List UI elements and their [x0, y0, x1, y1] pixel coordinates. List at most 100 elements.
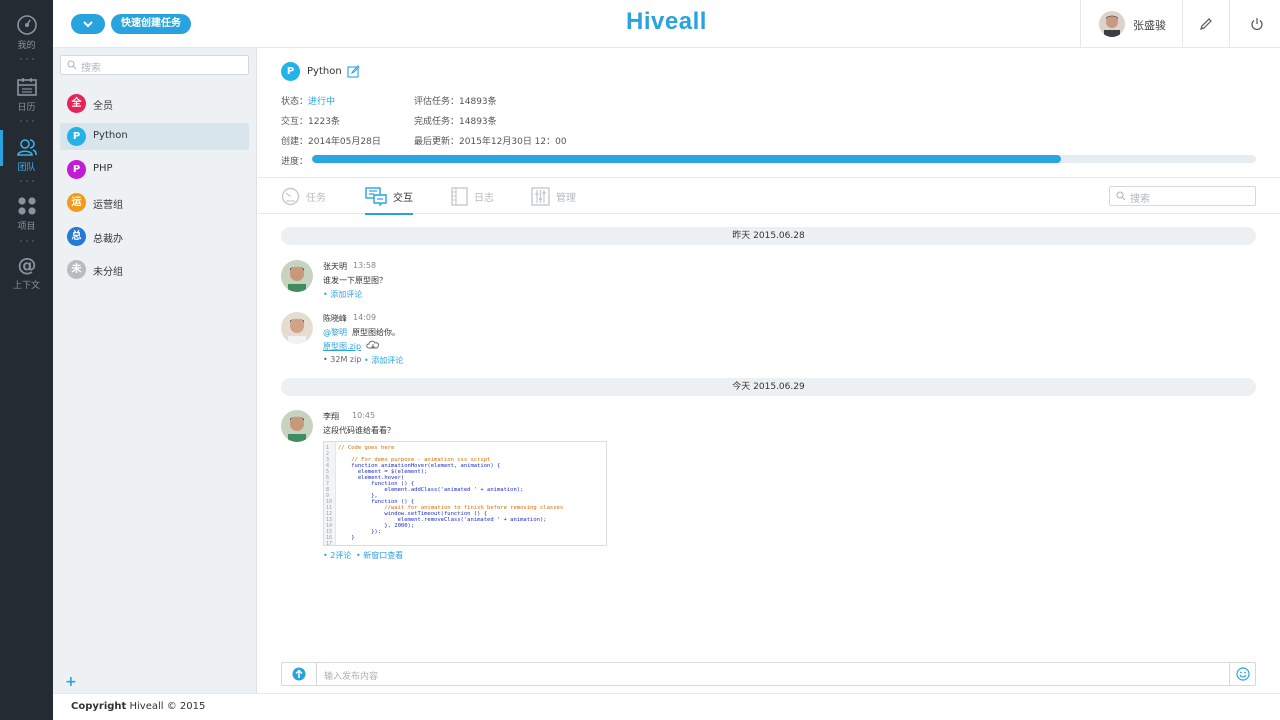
group-label: 全员 — [93, 101, 113, 112]
left-nav-rail: 我的 日历 团队 项目 @ 上下文 — [0, 0, 53, 720]
logout-button[interactable] — [1233, 0, 1280, 48]
upload-button[interactable] — [282, 663, 317, 685]
tab-search-placeholder: 搜索 — [1130, 194, 1150, 205]
group-search-placeholder: 搜索 — [81, 63, 101, 74]
project-name: Python — [307, 66, 342, 77]
code-gutter: 1 2 3 4 5 6 7 8 9 10 11 12 13 14 15 16 17 — [324, 442, 336, 546]
group-item-ceo-office[interactable]: 总 总裁办 — [60, 223, 249, 250]
done-value: 14893条 — [459, 117, 497, 127]
code-line-number: 17 — [326, 541, 333, 546]
tab-label: 任务 — [306, 192, 326, 204]
tab-label: 日志 — [474, 192, 494, 204]
user-name: 张盛骏 — [1133, 19, 1166, 32]
add-comment-link[interactable]: • 添加评论 — [364, 355, 403, 366]
code-line: // Code goes here — [338, 445, 395, 451]
group-avatar: 全 — [67, 94, 86, 113]
group-item-ungrouped[interactable]: 未 未分组 — [60, 256, 249, 283]
open-new-window-link[interactable]: • 新窗口查看 — [356, 550, 403, 561]
author-name: 张天明 — [323, 262, 347, 271]
tab-interactions[interactable]: 交互 — [365, 178, 413, 215]
rail-item-team[interactable]: 团队 — [0, 130, 53, 173]
tab-bar: 任务 交互 日志 管理 搜索 — [258, 177, 1280, 215]
tab-logs[interactable]: 日志 — [451, 178, 494, 214]
group-avatar: 运 — [67, 193, 86, 212]
rail-divider — [20, 58, 34, 61]
interact-value: 1223条 — [308, 117, 340, 127]
rail-item-context[interactable]: @ 上下文 — [0, 254, 53, 291]
message-text: 谁发一下原型图？ — [323, 276, 387, 285]
tab-search-input[interactable]: 搜索 — [1109, 186, 1256, 206]
group-search-input[interactable]: 搜索 — [60, 55, 249, 75]
date-divider-yesterday: 昨天 2015.06.28 — [281, 227, 1256, 245]
task-gauge-icon — [281, 187, 300, 205]
group-avatar: 未 — [67, 260, 86, 279]
edit-button[interactable] — [1183, 0, 1230, 48]
message-text: 这段代码谁给看看？ — [323, 426, 395, 435]
add-comment-link[interactable]: • 添加评论 — [323, 289, 362, 300]
code-line: } — [338, 535, 355, 541]
project-status: 状态：进行中 — [281, 94, 335, 107]
user-profile[interactable]: 张盛骏 — [1080, 0, 1183, 48]
add-group-button[interactable]: + — [65, 675, 77, 689]
updated-label: 最后更新： — [414, 137, 460, 147]
interact-label: 交互： — [281, 117, 309, 127]
project-eval-tasks: 评估任务：14893条 — [414, 94, 497, 107]
author-name: 李翔 — [323, 412, 339, 421]
edit-project-icon[interactable] — [347, 65, 360, 78]
power-icon — [1250, 18, 1263, 31]
team-icon — [16, 139, 37, 156]
group-item-python[interactable]: P Python — [60, 123, 249, 150]
message-chen: 陈晓峰 14:09 @黎明 原型图给你。 原型图.zip • 32M zip •… — [281, 312, 681, 368]
author-avatar — [281, 410, 313, 442]
app-window: 我的 日历 团队 项目 @ 上下文 快速创建任务 Hiveall 张盛骏 搜索 … — [0, 0, 1280, 720]
copyright: Copyright Hiveall © 2015 — [71, 701, 205, 712]
search-icon — [67, 60, 77, 70]
top-header: 快速创建任务 Hiveall 张盛骏 — [53, 0, 1280, 48]
message-zhang: 张天明 13:58 谁发一下原型图？ • 添加评论 — [281, 260, 681, 302]
tab-tasks[interactable]: 任务 — [281, 178, 326, 214]
upload-arrow-icon — [292, 667, 306, 681]
group-item-ops[interactable]: 运 运营组 — [60, 189, 249, 216]
composer-input[interactable]: 输入发布内容 — [324, 669, 378, 682]
search-icon — [1116, 191, 1126, 201]
dashboard-icon — [16, 15, 37, 35]
group-label: Python — [93, 130, 128, 141]
sliders-icon — [531, 186, 550, 206]
comments-link[interactable]: • 2评论 — [323, 550, 351, 561]
rail-label-projects: 项目 — [17, 222, 36, 232]
rail-divider — [20, 240, 34, 243]
rail-item-projects[interactable]: 项目 — [0, 195, 53, 232]
created-label: 创建： — [281, 137, 309, 147]
progress-bar — [312, 155, 1256, 163]
progress-fill — [312, 155, 1061, 163]
group-item-all[interactable]: 全 全员 — [60, 90, 249, 117]
rail-item-mine[interactable]: 我的 — [0, 14, 53, 51]
attachment-link[interactable]: 原型图.zip — [323, 341, 361, 352]
rail-label-mine: 我的 — [17, 41, 36, 51]
group-item-php[interactable]: P PHP — [60, 156, 249, 183]
project-last-updated: 最后更新：2015年12月30日 12：00 — [414, 134, 567, 147]
svg-text:@: @ — [17, 254, 36, 276]
emoji-button[interactable] — [1229, 663, 1255, 685]
tab-label: 交互 — [393, 192, 413, 204]
cloud-download-icon[interactable] — [366, 340, 380, 350]
status-label: 状态： — [281, 97, 309, 107]
rail-item-calendar[interactable]: 日历 — [0, 76, 53, 113]
code-snippet[interactable]: 1 2 3 4 5 6 7 8 9 10 11 12 13 14 15 16 17 // Code goes h… — [323, 441, 607, 546]
message-time: 14:09 — [353, 313, 377, 322]
projects-icon — [17, 197, 36, 215]
message-time: 10:45 — [352, 411, 376, 420]
done-label: 完成任务： — [414, 117, 460, 127]
group-label: 未分组 — [93, 267, 123, 278]
tab-management[interactable]: 管理 — [531, 178, 576, 214]
mention-link[interactable]: @黎明 — [323, 327, 347, 338]
rail-divider — [20, 180, 34, 183]
message-text: 原型图给你。 — [352, 328, 400, 337]
attachment-meta: • 32M zip — [323, 355, 362, 364]
rail-label-context: 上下文 — [12, 281, 40, 291]
copyright-rest: Hiveall © 2015 — [126, 701, 206, 712]
created-value: 2014年05月28日 — [308, 137, 381, 147]
message-li: 李翔 10:45 这段代码谁给看看？ 1 2 3 4 5 6 7 8 9 10 11 12 13 14 15… — [281, 410, 701, 564]
project-done-tasks: 完成任务：14893条 — [414, 114, 497, 127]
author-avatar — [281, 312, 313, 344]
